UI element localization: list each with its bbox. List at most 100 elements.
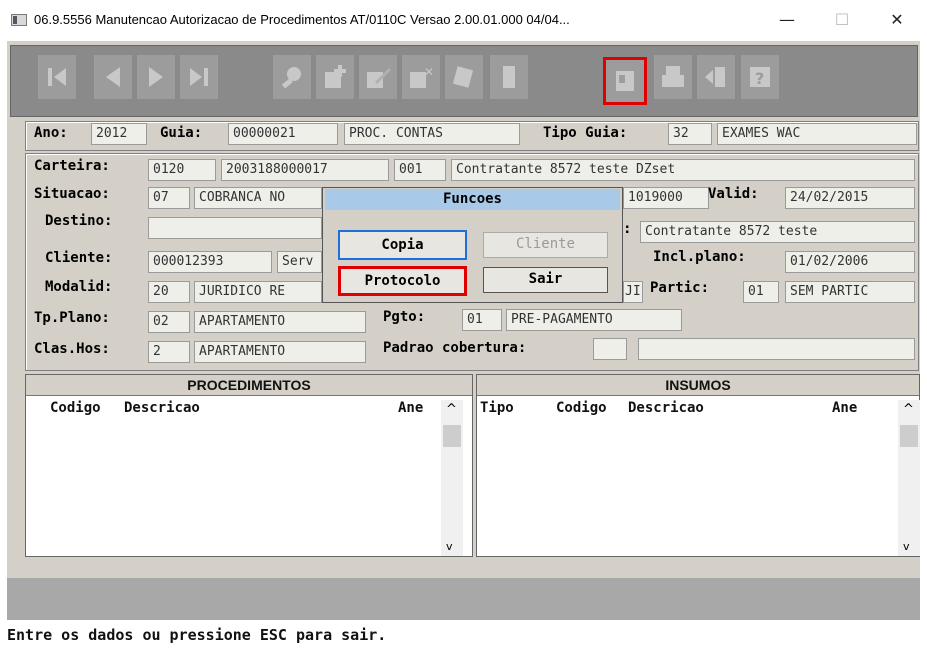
scroll-down-icon[interactable]: v	[903, 540, 910, 553]
cliente-button[interactable]: Cliente	[483, 232, 608, 258]
insumos-scrollbar[interactable]	[898, 400, 920, 556]
valid-field[interactable]: 24/02/2015	[785, 187, 915, 209]
guia-label: Guia:	[160, 125, 203, 141]
protocolo-button[interactable]: Protocolo	[338, 266, 467, 296]
status-bar-area	[7, 578, 920, 620]
partic-field[interactable]: 01	[743, 281, 779, 303]
partic-desc-field: SEM PARTIC	[785, 281, 915, 303]
minimize-button[interactable]: —	[767, 8, 807, 32]
clas-hos-field[interactable]: 2	[148, 341, 190, 363]
incl-plano-field[interactable]: 01/02/2006	[785, 251, 915, 273]
copia-button[interactable]: Copia	[338, 230, 467, 260]
padrao-cobertura-field[interactable]	[593, 338, 627, 360]
procedimentos-scroll-thumb[interactable]	[443, 425, 461, 447]
carteira-codigo-field[interactable]: 2003188000017	[221, 159, 389, 181]
first-record-button[interactable]	[38, 55, 76, 99]
guia-field[interactable]: 00000021	[228, 123, 338, 145]
print-button[interactable]	[654, 55, 692, 99]
ano-field[interactable]: 2012	[91, 123, 147, 145]
previous-icon	[106, 67, 120, 87]
scroll-up-icon[interactable]: ^	[446, 402, 457, 417]
ins-col-codigo[interactable]: Codigo	[556, 400, 607, 416]
destino-label: Destino:	[45, 213, 113, 229]
scroll-down-icon[interactable]: v	[446, 540, 453, 553]
pgto-label: Pgto:	[383, 309, 426, 325]
last-icon	[190, 68, 208, 86]
modalid-field[interactable]: 20	[148, 281, 190, 303]
destino-field[interactable]	[148, 217, 322, 239]
next-record-button[interactable]	[137, 55, 175, 99]
window-titlebar: 06.9.5556 Manutencao Autorizacao de Proc…	[0, 0, 927, 40]
add-button[interactable]	[316, 55, 354, 99]
print-copy-icon	[452, 66, 474, 88]
tipo-guia-label: Tipo Guia:	[543, 125, 628, 141]
first-icon	[48, 68, 66, 86]
svg-text:✕: ✕	[424, 65, 434, 79]
cliente-field[interactable]: 000012393	[148, 251, 272, 273]
tipo-guia-field[interactable]: 32	[668, 123, 712, 145]
carteira-unidade-field[interactable]: 0120	[148, 159, 216, 181]
guia-desc-field: PROC. CONTAS	[344, 123, 520, 145]
functions-button[interactable]	[603, 57, 647, 105]
copy-button[interactable]	[445, 55, 483, 99]
clas-hos-desc-field: APARTAMENTO	[194, 341, 366, 363]
help-icon: ?	[750, 67, 770, 88]
modalid-mid-field: JI	[623, 281, 643, 303]
tipo-guia-desc-field: EXAMES WAC	[717, 123, 917, 145]
carteira-nome-field: Contratante 8572 teste DZset	[451, 159, 915, 181]
situacao-label: Situacao:	[34, 186, 110, 202]
procedimentos-title: PROCEDIMENTOS	[26, 375, 472, 396]
proc-col-ane[interactable]: Ane	[398, 400, 423, 416]
tp-plano-field[interactable]: 02	[148, 311, 190, 333]
edit-button[interactable]	[359, 55, 397, 99]
modalid-label: Modalid:	[45, 279, 113, 295]
partic-label: Partic:	[650, 280, 710, 296]
import-icon	[705, 67, 725, 87]
tp-plano-desc-field: APARTAMENTO	[194, 311, 366, 333]
padrao-cobertura-desc-field	[638, 338, 915, 360]
app-icon	[11, 14, 27, 26]
status-message: Entre os dados ou pressione ESC para sai…	[0, 620, 927, 651]
cliente-label: Cliente:	[45, 250, 113, 266]
padrao-cobertura-label: Padrao cobertura:	[383, 340, 527, 356]
exit-door-icon	[503, 66, 515, 88]
delete-icon: ✕	[410, 65, 434, 88]
insumos-title: INSUMOS	[477, 375, 919, 396]
situacao-num-field: 1019000	[623, 187, 709, 209]
situacao-code-field[interactable]: 07	[148, 187, 190, 209]
valid-label: Valid:	[708, 186, 759, 202]
delete-button[interactable]: ✕	[402, 55, 440, 99]
import-button[interactable]	[697, 55, 735, 99]
proc-col-descricao[interactable]: Descricao	[124, 400, 200, 416]
funcoes-dialog-title: Funcoes	[325, 189, 620, 210]
destino-right-field: Contratante 8572 teste	[640, 221, 915, 243]
sair-button[interactable]: Sair	[483, 267, 608, 293]
printer-icon	[662, 66, 684, 87]
search-icon	[281, 67, 301, 89]
last-record-button[interactable]	[180, 55, 218, 99]
ins-col-tipo[interactable]: Tipo	[480, 400, 514, 416]
close-button[interactable]: ✕	[877, 8, 917, 32]
carteira-digito-field[interactable]: 001	[394, 159, 446, 181]
functions-icon	[616, 71, 634, 91]
exit-button[interactable]	[490, 55, 528, 99]
help-button[interactable]: ?	[741, 55, 779, 99]
search-button[interactable]	[273, 55, 311, 99]
destino-colon: :	[623, 221, 632, 237]
maximize-button[interactable]: ☐	[822, 8, 862, 32]
scroll-up-icon[interactable]: ^	[903, 402, 914, 417]
previous-record-button[interactable]	[94, 55, 132, 99]
ins-col-ane[interactable]: Ane	[832, 400, 857, 416]
ins-col-descricao[interactable]: Descricao	[628, 400, 704, 416]
carteira-label: Carteira:	[34, 158, 110, 174]
incl-plano-label: Incl.plano:	[653, 249, 746, 265]
ano-label: Ano:	[34, 125, 68, 141]
insumos-scroll-thumb[interactable]	[900, 425, 918, 447]
clas-hos-label: Clas.Hos:	[34, 341, 110, 357]
procedimentos-scrollbar[interactable]	[441, 400, 463, 556]
svg-text:?: ?	[755, 69, 764, 88]
proc-col-codigo[interactable]: Codigo	[50, 400, 101, 416]
pgto-field[interactable]: 01	[462, 309, 502, 331]
edit-icon	[367, 68, 391, 88]
next-icon	[149, 67, 163, 87]
